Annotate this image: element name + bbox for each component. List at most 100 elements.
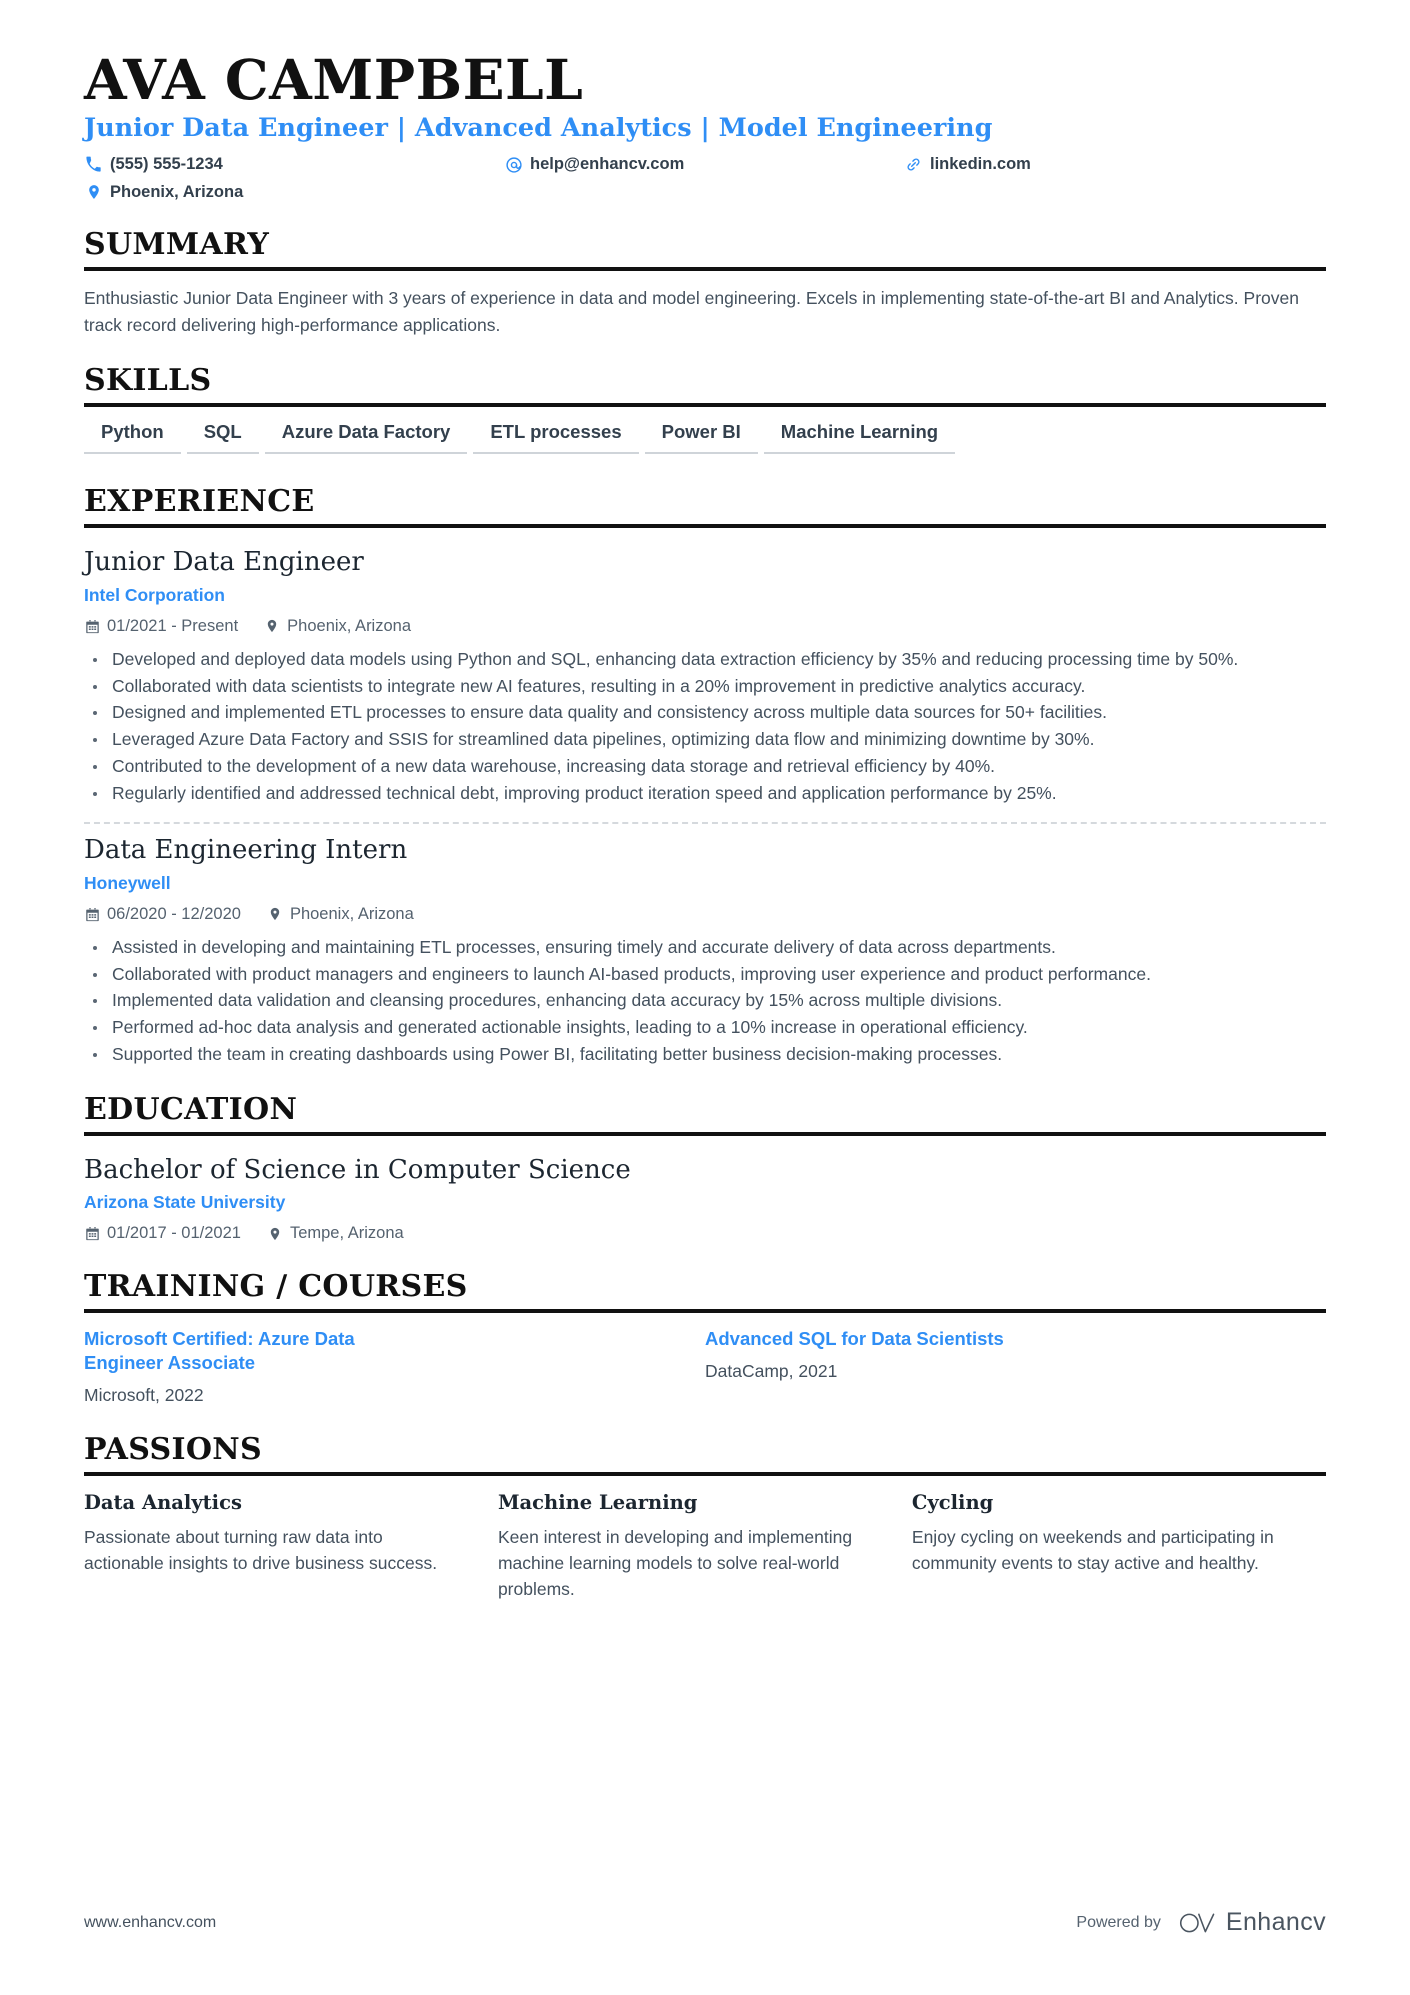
bullet-item: Assisted in developing and maintaining E… xyxy=(84,935,1309,961)
passions-list: Data Analytics Passionate about turning … xyxy=(84,1490,1326,1603)
passion-item: Data Analytics Passionate about turning … xyxy=(84,1490,498,1603)
job-location: Phoenix, Arizona xyxy=(267,904,414,925)
section-title-experience: EXPERIENCE xyxy=(84,483,315,519)
section-training: TRAINING / COURSES Microsoft Certified: … xyxy=(84,1268,1326,1408)
education-location: Tempe, Arizona xyxy=(267,1223,404,1244)
section-summary: SUMMARY Enthusiastic Junior Data Enginee… xyxy=(84,226,1326,339)
bullet-item: Contributed to the development of a new … xyxy=(84,754,1309,780)
education-location-text: Tempe, Arizona xyxy=(289,1224,404,1243)
section-skills: SKILLS Python SQL Azure Data Factory ETL… xyxy=(84,364,1326,460)
training-item: Microsoft Certified: Azure Data Engineer… xyxy=(84,1327,705,1408)
passion-description: Enjoy cycling on weekends and participat… xyxy=(911,1527,1274,1574)
job-meta: 06/2020 - 12/2020 Phoenix, Arizona xyxy=(84,904,1326,925)
job-location-text: Phoenix, Arizona xyxy=(287,616,412,635)
email-icon xyxy=(504,155,523,174)
powered-by-label: Powered by xyxy=(1076,1913,1161,1931)
job-dates: 06/2020 - 12/2020 xyxy=(84,904,241,925)
section-title-education: EDUCATION xyxy=(84,1091,298,1127)
section-rule xyxy=(84,1131,1326,1136)
skills-list: Python SQL Azure Data Factory ETL proces… xyxy=(84,421,1326,460)
school-name[interactable]: Arizona State University xyxy=(84,1191,1326,1214)
job-bullets: Assisted in developing and maintaining E… xyxy=(84,935,1326,1068)
training-list: Microsoft Certified: Azure Data Engineer… xyxy=(84,1327,1326,1408)
contact-phone-text: (555) 555-1234 xyxy=(110,155,223,174)
summary-text: Enthusiastic Junior Data Engineer with 3… xyxy=(84,288,1299,335)
resume-page: AVA CAMPBELL Junior Data Engineer | Adva… xyxy=(0,0,1410,1995)
contact-phone[interactable]: (555) 555-1234 xyxy=(84,153,504,175)
contact-location: Phoenix, Arizona xyxy=(84,181,1326,203)
education-dates-text: 01/2017 - 01/2021 xyxy=(107,1224,241,1243)
page-footer: www.enhancv.com Powered by Enhancv xyxy=(84,1908,1326,1937)
section-title-summary: SUMMARY xyxy=(84,226,270,262)
bullet-item: Supported the team in creating dashboard… xyxy=(84,1042,1309,1068)
professional-headline: Junior Data Engineer | Advanced Analytic… xyxy=(84,113,993,144)
course-name[interactable]: Advanced SQL for Data Scientists xyxy=(705,1327,1035,1351)
bullet-item: Collaborated with product managers and e… xyxy=(84,962,1309,988)
contact-location-text: Phoenix, Arizona xyxy=(110,182,244,201)
skill-chip: SQL xyxy=(186,421,259,454)
contact-email-text: help@enhancv.com xyxy=(530,155,685,174)
passion-description: Passionate about turning raw data into a… xyxy=(84,1527,438,1574)
job-dates-text: 01/2021 - Present xyxy=(107,616,239,635)
passion-name: Data Analytics xyxy=(84,1491,242,1515)
section-rule xyxy=(84,402,1326,407)
location-icon xyxy=(84,182,103,201)
passion-item: Cycling Enjoy cycling on weekends and pa… xyxy=(912,1490,1326,1603)
contact-row: (555) 555-1234 help@enhancv.com linkedin… xyxy=(84,153,1326,203)
resume-header: AVA CAMPBELL Junior Data Engineer | Adva… xyxy=(84,47,1326,203)
section-title-passions: PASSIONS xyxy=(84,1431,262,1467)
section-passions: PASSIONS Data Analytics Passionate about… xyxy=(84,1431,1326,1603)
contact-linkedin[interactable]: linkedin.com xyxy=(904,153,1264,175)
location-icon xyxy=(267,1226,283,1242)
bullet-item: Leveraged Azure Data Factory and SSIS fo… xyxy=(84,727,1309,753)
skill-chip: Python xyxy=(84,421,181,454)
section-rule xyxy=(84,267,1326,272)
job-title: Data Engineering Intern xyxy=(84,835,408,866)
section-title-training: TRAINING / COURSES xyxy=(84,1268,468,1304)
location-icon xyxy=(264,618,280,634)
education-dates: 01/2017 - 01/2021 xyxy=(84,1223,241,1244)
company-name[interactable]: Intel Corporation xyxy=(84,584,1326,607)
skill-chip: Machine Learning xyxy=(763,421,956,454)
company-name[interactable]: Honeywell xyxy=(84,872,1326,895)
experience-entry: Data Engineering Intern Honeywell 06/202… xyxy=(84,830,1326,1067)
entry-divider xyxy=(84,822,1326,825)
training-item: Advanced SQL for Data Scientists DataCam… xyxy=(705,1327,1326,1408)
location-icon xyxy=(267,906,283,922)
phone-icon xyxy=(84,155,103,174)
education-entry: Bachelor of Science in Computer Science … xyxy=(84,1150,1326,1245)
bullet-item: Designed and implemented ETL processes t… xyxy=(84,700,1309,726)
bullet-item: Performed ad-hoc data analysis and gener… xyxy=(84,1015,1309,1041)
education-meta: 01/2017 - 01/2021 Tempe, Arizona xyxy=(84,1223,1326,1244)
skill-chip: Power BI xyxy=(644,421,758,454)
course-provider: DataCamp, 2021 xyxy=(705,1361,838,1382)
section-rule xyxy=(84,1309,1326,1314)
job-location-text: Phoenix, Arizona xyxy=(289,904,414,923)
skill-chip: Azure Data Factory xyxy=(264,421,468,454)
experience-entry: Junior Data Engineer Intel Corporation 0… xyxy=(84,542,1326,806)
passion-name: Machine Learning xyxy=(497,1491,698,1515)
section-rule xyxy=(84,524,1326,529)
section-experience: EXPERIENCE Junior Data Engineer Intel Co… xyxy=(84,483,1326,1068)
footer-branding: Powered by Enhancv xyxy=(1076,1908,1326,1937)
passion-description: Keen interest in developing and implemen… xyxy=(497,1527,853,1599)
passion-item: Machine Learning Keen interest in develo… xyxy=(498,1490,912,1603)
job-meta: 01/2021 - Present Phoenix, Arizona xyxy=(84,616,1326,637)
page-title: AVA CAMPBELL xyxy=(84,47,584,112)
job-dates: 01/2021 - Present xyxy=(84,616,238,637)
enhancv-mark-icon xyxy=(1179,1913,1215,1932)
contact-email[interactable]: help@enhancv.com xyxy=(504,153,904,175)
footer-url[interactable]: www.enhancv.com xyxy=(84,1914,216,1932)
degree-title: Bachelor of Science in Computer Science xyxy=(84,1154,631,1185)
section-education: EDUCATION Bachelor of Science in Compute… xyxy=(84,1091,1326,1245)
calendar-icon xyxy=(84,906,100,922)
course-provider: Microsoft, 2022 xyxy=(84,1385,204,1406)
section-rule xyxy=(84,1472,1326,1477)
job-location: Phoenix, Arizona xyxy=(264,616,411,637)
skill-chip: ETL processes xyxy=(473,421,639,454)
bullet-item: Regularly identified and addressed techn… xyxy=(84,781,1309,807)
calendar-icon xyxy=(84,1226,100,1242)
passion-name: Cycling xyxy=(911,1491,994,1515)
course-name[interactable]: Microsoft Certified: Azure Data Engineer… xyxy=(84,1327,414,1375)
enhancv-logo[interactable]: Enhancv xyxy=(1179,1908,1326,1937)
